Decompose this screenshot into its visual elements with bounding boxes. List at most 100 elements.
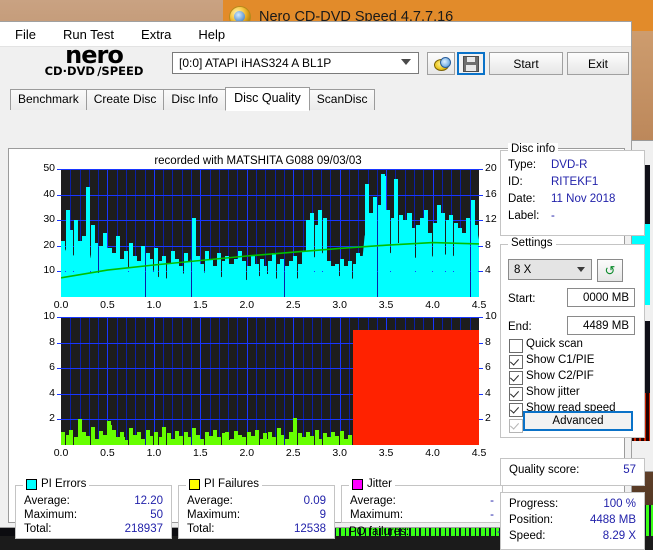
x-axis-tick: 2.0 <box>239 299 255 311</box>
menu-file[interactable]: File <box>12 25 39 44</box>
tab-disc-info[interactable]: Disc Info <box>163 89 227 110</box>
x-axis-tick: 4.0 <box>425 447 440 459</box>
x-axis-tick: 0.5 <box>100 447 115 459</box>
po-failures-value: - <box>431 526 501 538</box>
advanced-button[interactable]: Advanced <box>523 411 633 431</box>
y2-axis-tick-mark <box>479 245 483 247</box>
pi-failures-chart <box>61 317 479 445</box>
menu-extra[interactable]: Extra <box>138 25 174 44</box>
checkbox-quick-scan-label: Quick scan <box>526 338 583 350</box>
disc-label-value: - <box>551 210 555 222</box>
position-label: Position: <box>509 514 554 526</box>
checkbox-show-c1-pie[interactable] <box>509 355 523 369</box>
toolbar: nero CD·DVD ∕SPEED [0:0] ATAPI iHAS324 A… <box>0 41 631 87</box>
end-label: End: <box>508 321 532 333</box>
progress-box: Progress: Position: Speed: 100 % 4488 MB… <box>500 492 645 550</box>
x-axis-tick: 1.0 <box>146 299 162 311</box>
app-window: File Run Test Extra Help nero CD·DVD ∕SP… <box>0 22 645 550</box>
y-axis-tick-mark <box>57 220 61 222</box>
statistics-container: PI Errors Average: Maximum: Total: 12.20… <box>15 478 503 539</box>
nero-logo: nero CD·DVD ∕SPEED <box>24 41 164 78</box>
scan-disc-button[interactable] <box>427 52 455 75</box>
pi-failures-total-label: Total: <box>187 523 215 535</box>
start-field[interactable]: 0000 MB <box>567 288 635 307</box>
y-axis-tick: 2 <box>49 412 55 425</box>
po-failures-label: PO failures: <box>349 526 410 538</box>
disc-info-box: Disc info Type: ID: Date: Label: DVD-R R… <box>500 143 645 236</box>
pi-errors-chart <box>61 169 479 297</box>
chevron-down-icon <box>401 59 411 65</box>
save-button[interactable] <box>457 52 485 75</box>
x-axis-tick: 0.0 <box>53 447 69 459</box>
start-button[interactable]: Start <box>489 52 563 75</box>
y-axis-tick-mark <box>57 419 61 421</box>
pi-failures-maximum-value: 9 <box>319 509 326 521</box>
pi-failures-color-swatch <box>189 478 200 490</box>
logo-nero-text: nero <box>65 41 124 69</box>
disc-label-label: Label: <box>508 210 540 222</box>
x-axis-tick: 4.5 <box>471 447 487 459</box>
progress-value: 100 % <box>603 498 636 510</box>
disc-type-value: DVD-R <box>551 159 588 171</box>
checkbox-show-read-speed[interactable] <box>509 403 523 417</box>
checkbox-quick-scan[interactable] <box>509 339 523 353</box>
y-axis-tick: 30 <box>43 213 55 226</box>
tab-create-disc[interactable]: Create Disc <box>85 89 165 110</box>
x-axis-tick: 2.5 <box>285 299 301 311</box>
pi-failures-average-value: 0.09 <box>303 495 326 507</box>
menu-help[interactable]: Help <box>195 25 228 44</box>
y-axis-tick-mark <box>57 317 61 318</box>
pi-errors-maximum-value: 50 <box>150 509 163 521</box>
y-axis-tick: 8 <box>49 335 55 348</box>
jitter-maximum-value: - <box>490 509 494 521</box>
y-axis-tick: 6 <box>49 361 55 374</box>
tab-disc-quality[interactable]: Disc Quality <box>225 87 310 111</box>
speed-select-value: 8 X <box>514 263 532 276</box>
refresh-button[interactable]: ↺ <box>597 259 623 282</box>
x-axis-tick: 3.0 <box>332 299 347 311</box>
checkbox-show-c2-pif[interactable] <box>509 371 523 385</box>
disc-date-label: Date: <box>508 193 536 205</box>
floppy-save-icon <box>463 55 479 72</box>
checkbox-show-jitter[interactable] <box>509 387 523 401</box>
pi-failures-legend: PI Failures <box>186 478 262 490</box>
disc-id-label: ID: <box>508 176 523 188</box>
speed-select[interactable]: 8 X <box>508 259 592 280</box>
jitter-maximum-label: Maximum: <box>350 509 404 521</box>
x-axis-tick: 1.0 <box>146 447 162 459</box>
quality-score-label: Quality score: <box>509 464 580 476</box>
checkbox-show-c2-pif-label: Show C2/PIF <box>526 370 594 382</box>
position-value: 4488 MB <box>589 514 636 526</box>
tab-benchmark[interactable]: Benchmark <box>10 89 87 110</box>
drive-select[interactable]: [0:0] ATAPI iHAS324 A BL1P <box>172 52 419 74</box>
speed-label: Speed: <box>509 530 546 542</box>
tab-scandisc[interactable]: ScanDisc <box>308 89 376 110</box>
y-axis-tick-mark <box>57 169 61 170</box>
pi-errors-maximum-label: Maximum: <box>24 509 78 521</box>
pi-errors-color-swatch <box>26 478 37 490</box>
y2-axis-tick-mark <box>479 342 483 344</box>
y-axis-tick: 4 <box>49 386 55 399</box>
charts-container: recorded with MATSHITA G088 09/03/03 10 2… <box>15 155 501 480</box>
x-axis-tick: 4.0 <box>425 299 440 311</box>
x-axis-tick: 0.5 <box>100 299 115 311</box>
speed-value: 8.29 X <box>602 530 636 542</box>
progress-label: Progress: <box>509 498 559 510</box>
jitter-stats-box: Jitter Average: Maximum: - - <box>341 478 503 523</box>
jitter-title: Jitter <box>367 478 392 490</box>
pi-errors-total-label: Total: <box>24 523 52 535</box>
pi-errors-total-value: 218937 <box>124 523 163 535</box>
y-axis-tick: 40 <box>43 187 55 200</box>
exit-button[interactable]: Exit <box>567 52 629 75</box>
end-field[interactable]: 4489 MB <box>567 316 635 335</box>
pi-errors-legend: PI Errors <box>23 478 90 490</box>
quality-score-value: 57 <box>623 464 636 476</box>
disc-id-value: RITEKF1 <box>551 176 599 188</box>
recycle-refresh-icon: ↺ <box>604 263 616 278</box>
pi-errors-average-label: Average: <box>24 495 70 507</box>
pi-failures-total-value: 12538 <box>294 523 326 535</box>
y2-axis-tick-mark <box>479 194 483 196</box>
y-axis-tick: 20 <box>43 238 55 251</box>
pi-failures-maximum-label: Maximum: <box>187 509 241 521</box>
pi-errors-title: PI Errors <box>41 478 87 490</box>
